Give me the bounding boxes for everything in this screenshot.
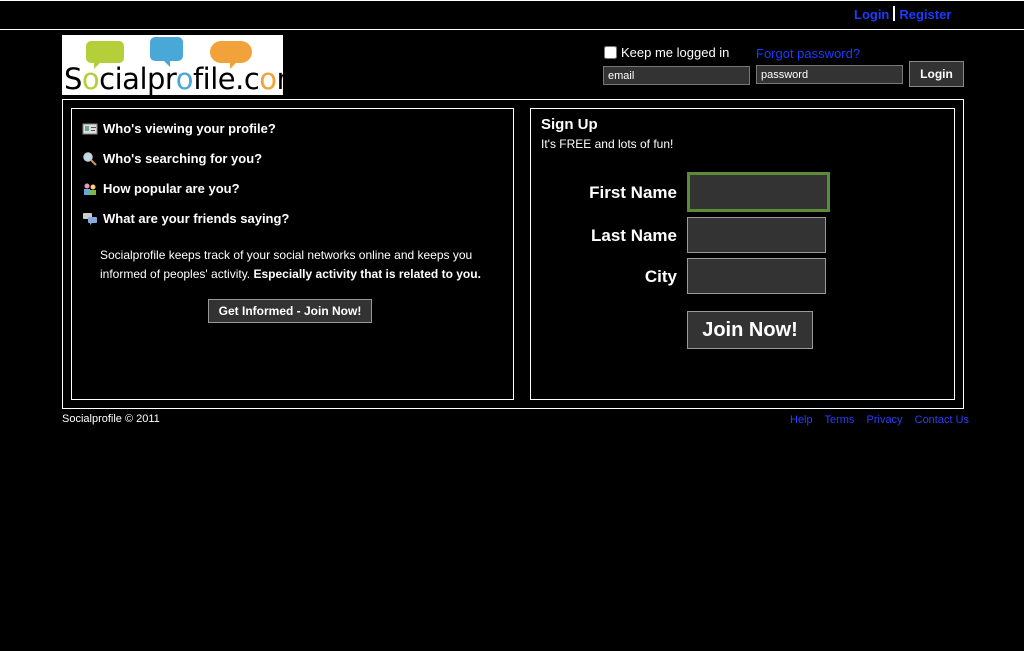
feature-label: What are your friends saying? bbox=[103, 211, 290, 226]
first-name-field[interactable] bbox=[687, 172, 830, 212]
feature-label: Who's viewing your profile? bbox=[103, 121, 276, 136]
keep-logged-in-label: Keep me logged in bbox=[621, 45, 730, 60]
features-description: Socialprofile keeps track of your social… bbox=[100, 246, 500, 284]
signup-subtitle: It's FREE and lots of fun! bbox=[541, 137, 674, 151]
profile-card-icon bbox=[82, 123, 98, 134]
city-field[interactable] bbox=[687, 258, 826, 294]
magnifier-icon bbox=[83, 151, 97, 166]
header-divider bbox=[0, 29, 1024, 30]
feature-item-searching: Who's searching for you? bbox=[82, 151, 262, 166]
password-field[interactable] bbox=[756, 65, 903, 84]
top-nav: Login Register bbox=[854, 6, 951, 22]
keep-logged-in[interactable]: Keep me logged in bbox=[604, 45, 729, 60]
last-name-field[interactable] bbox=[687, 217, 826, 253]
footer-contact-link[interactable]: Contact Us bbox=[915, 414, 969, 426]
chat-bubbles-icon bbox=[83, 212, 97, 225]
site-logo[interactable]: Socialprofile.com bbox=[62, 35, 283, 95]
feature-item-viewing: Who's viewing your profile? bbox=[82, 121, 276, 136]
footer-help-link[interactable]: Help bbox=[790, 414, 813, 426]
top-border bbox=[0, 0, 1024, 1]
first-name-label: First Name bbox=[589, 183, 677, 202]
signup-title: Sign Up bbox=[541, 116, 598, 133]
join-now-button[interactable]: Join Now! bbox=[687, 311, 813, 349]
copyright: Socialprofile © 2011 bbox=[62, 413, 160, 425]
signup-panel bbox=[530, 108, 955, 400]
last-name-label: Last Name bbox=[591, 226, 677, 245]
orange-speech-bubble-icon bbox=[210, 41, 252, 69]
top-register-link[interactable]: Register bbox=[899, 7, 951, 22]
description-bold-text: Especially activity that is related to y… bbox=[253, 267, 481, 281]
top-login-link[interactable]: Login bbox=[854, 7, 889, 22]
logo-text: Socialprofile.com bbox=[64, 62, 283, 95]
forgot-password-link[interactable]: Forgot password? bbox=[756, 46, 860, 61]
feature-label: How popular are you? bbox=[103, 181, 240, 196]
footer-links: Help Terms Privacy Contact Us bbox=[790, 414, 978, 426]
email-field[interactable] bbox=[603, 66, 750, 85]
keep-logged-in-checkbox[interactable] bbox=[604, 46, 617, 59]
login-button[interactable]: Login bbox=[909, 61, 964, 87]
footer-privacy-link[interactable]: Privacy bbox=[867, 414, 903, 426]
footer-terms-link[interactable]: Terms bbox=[824, 414, 854, 426]
feature-item-friends: What are your friends saying? bbox=[82, 211, 289, 226]
blue-speech-bubble-icon bbox=[150, 37, 183, 67]
people-icon bbox=[84, 183, 96, 195]
city-label: City bbox=[644, 267, 677, 286]
feature-item-popular: How popular are you? bbox=[82, 181, 240, 196]
green-speech-bubble-icon bbox=[86, 41, 124, 69]
feature-label: Who's searching for you? bbox=[103, 151, 263, 166]
nav-separator bbox=[893, 6, 896, 21]
get-informed-button[interactable]: Get Informed - Join Now! bbox=[208, 299, 372, 323]
